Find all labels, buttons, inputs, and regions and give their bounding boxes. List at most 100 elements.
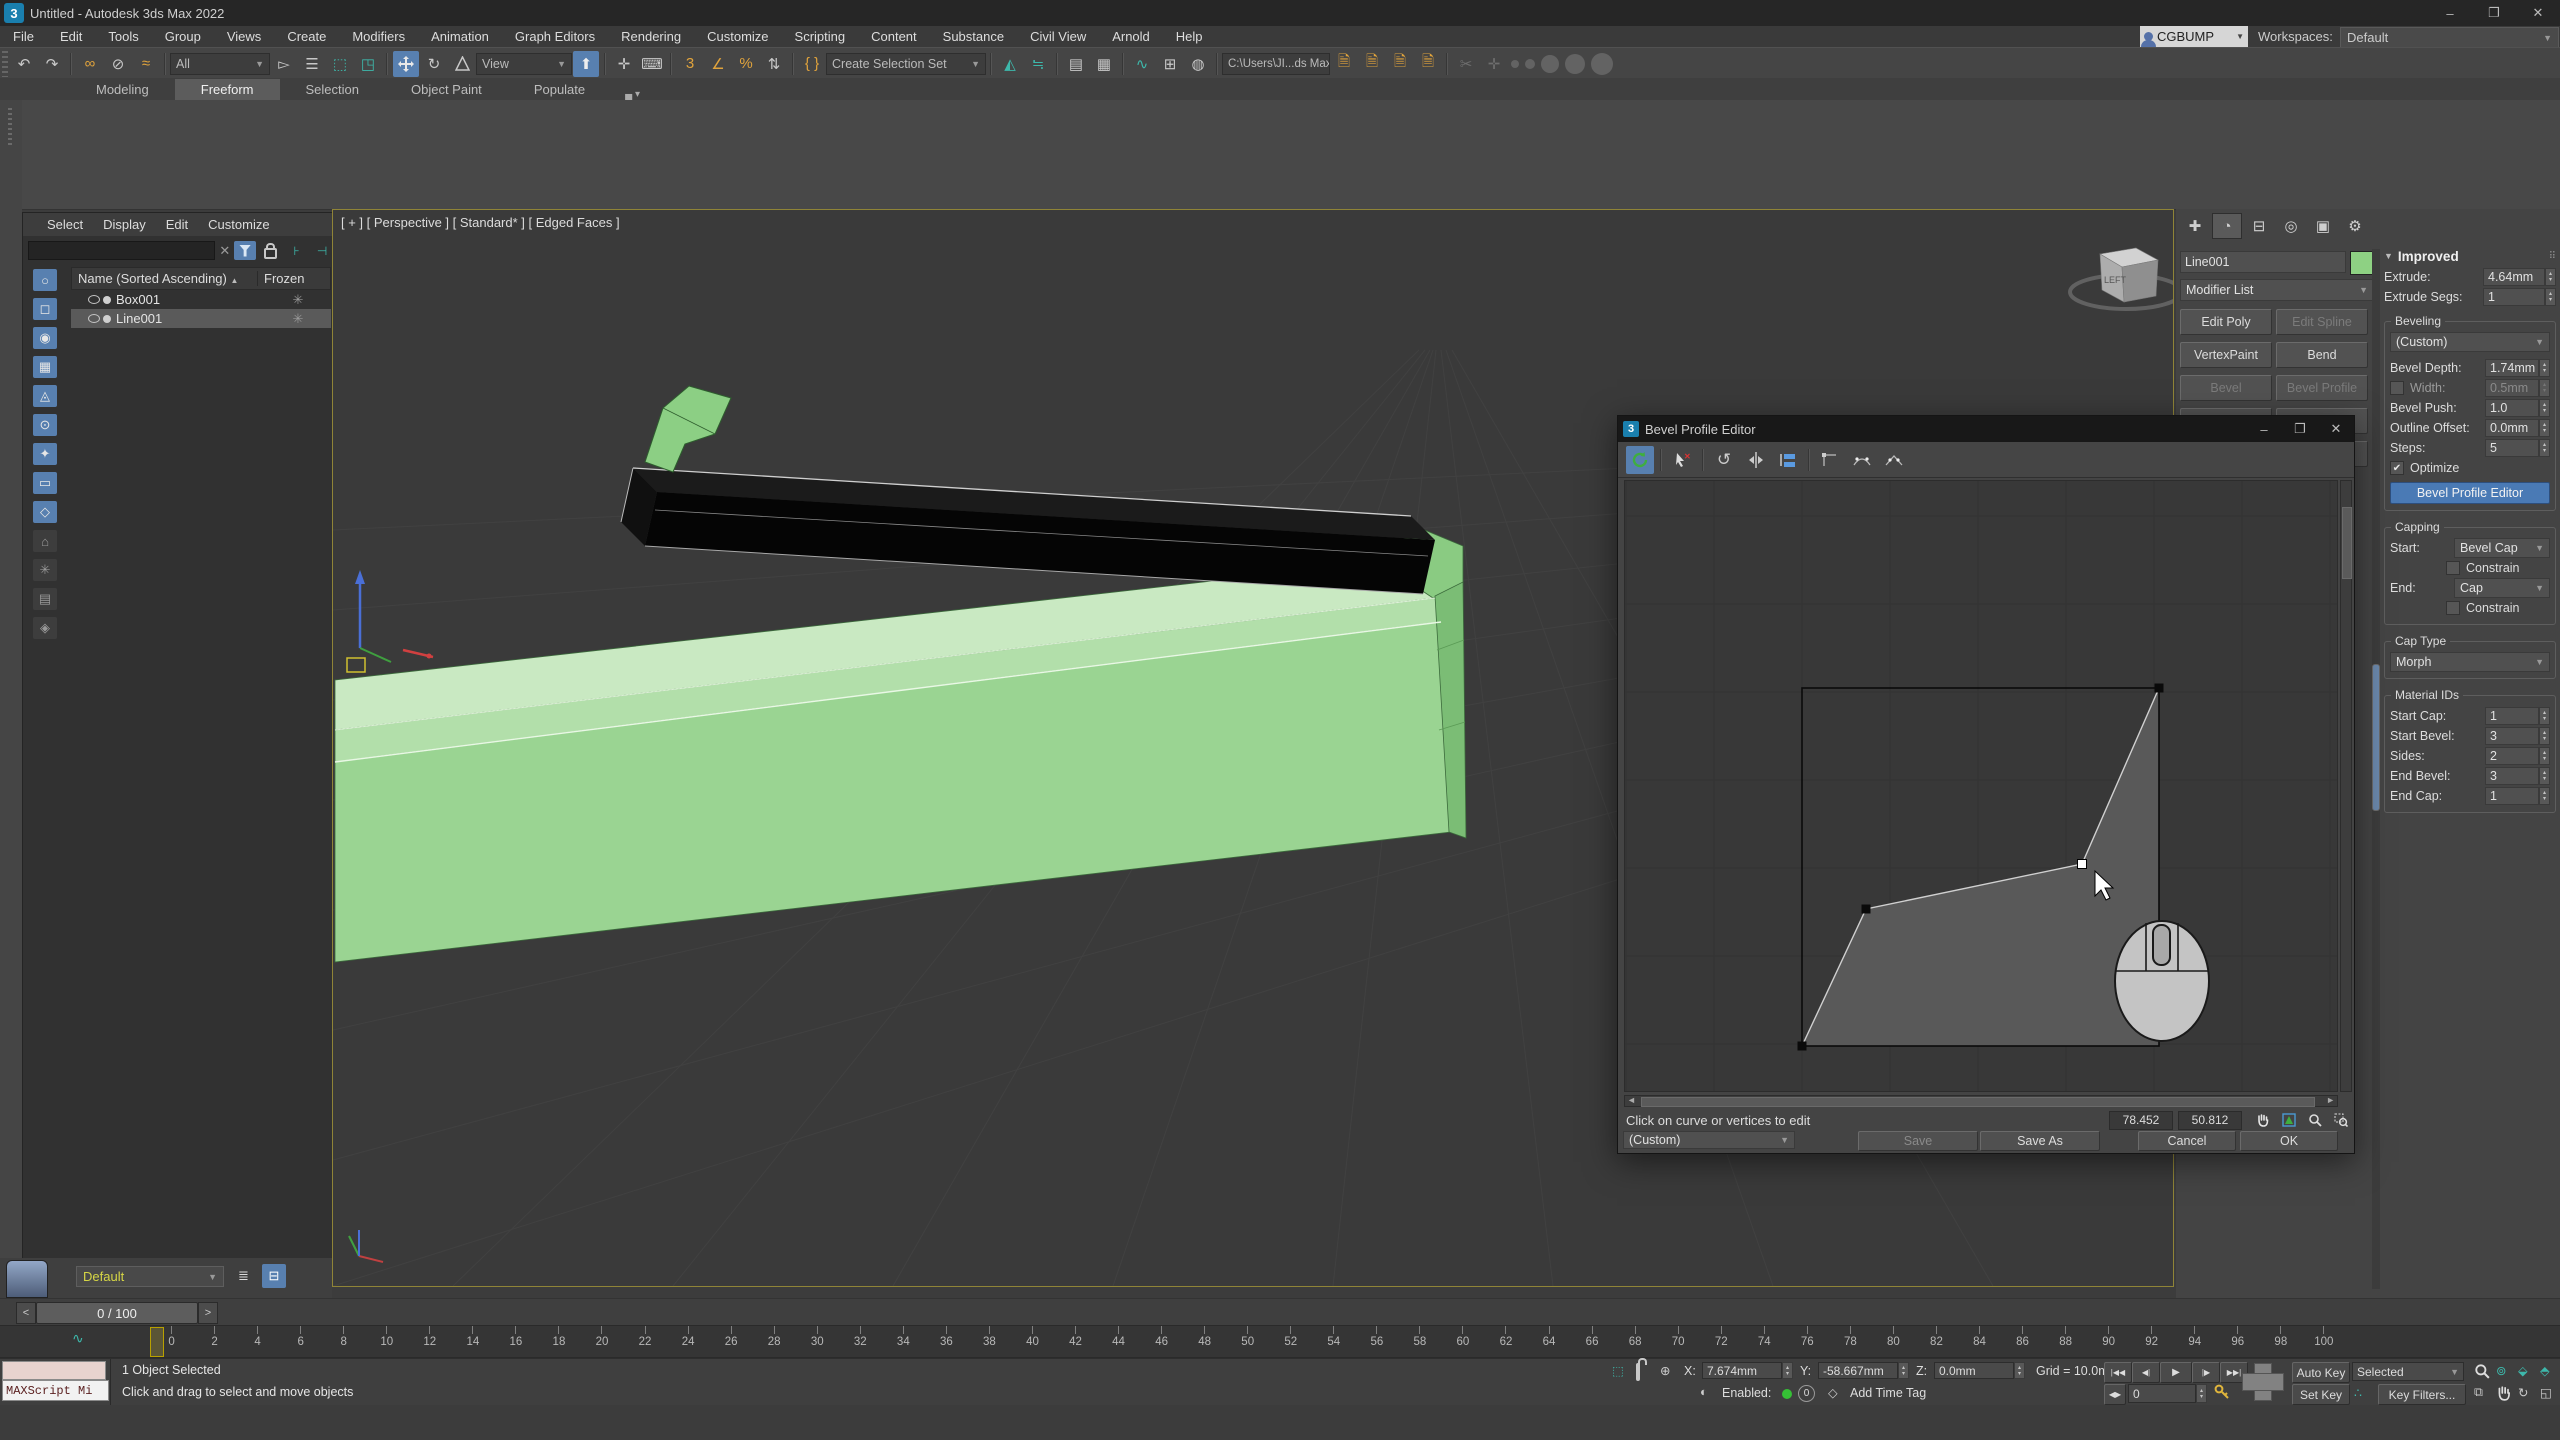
mini-curve-editor-icon[interactable]: ∿ xyxy=(72,1330,84,1347)
steps-field[interactable]: 5 xyxy=(2485,439,2539,457)
counter-badge[interactable]: 0 xyxy=(1798,1385,1815,1402)
selected-vertex-marker[interactable] xyxy=(2078,860,2087,869)
green-profile-cap[interactable] xyxy=(645,386,731,472)
ribbon-minimize-button[interactable]: ▄ ▾ xyxy=(625,89,640,100)
explorer-toggle-icon[interactable]: ⌂ xyxy=(33,530,57,552)
modifier-button[interactable]: VertexPaint xyxy=(2180,342,2272,368)
undo-icon[interactable]: ↺ xyxy=(1710,446,1738,474)
ribbon-tab[interactable]: Selection xyxy=(280,79,385,100)
play-button[interactable]: ▶ xyxy=(2160,1362,2192,1383)
explorer-toggle-icon[interactable]: ✳ xyxy=(33,559,57,581)
frozen-column-header[interactable]: Frozen xyxy=(257,271,330,286)
pan-view-icon[interactable] xyxy=(2496,1385,2512,1404)
current-frame-field[interactable]: 0 xyxy=(2128,1384,2196,1403)
y-coordinate-field[interactable]: -58.667mm xyxy=(1818,1362,1898,1379)
menu-item[interactable]: Views xyxy=(214,26,274,47)
material-id-spinner[interactable]: ▴▾ xyxy=(2539,767,2550,785)
viewport-label[interactable]: [ + ] [ Perspective ] [ Standard* ] [ Ed… xyxy=(341,215,620,230)
menu-item[interactable]: Animation xyxy=(418,26,502,47)
motion-tab-icon[interactable]: ◎ xyxy=(2276,213,2306,239)
modifier-button[interactable]: Bevel Profile xyxy=(2276,375,2368,401)
scene-sphere-icon[interactable]: ◐ xyxy=(1700,1385,1708,1399)
auto-key-button[interactable]: Auto Key xyxy=(2292,1362,2350,1383)
explorer-toggle-icon[interactable]: ⊙ xyxy=(33,414,57,436)
scene-script-3-icon[interactable]: 🗎 xyxy=(1387,51,1413,77)
next-key-button[interactable]: |▶ xyxy=(2192,1362,2220,1383)
lock-explorer-icon[interactable] xyxy=(260,241,282,260)
scene-explorer-search-input[interactable] xyxy=(28,241,215,260)
scroll-right-arrow[interactable]: ► xyxy=(2326,1095,2335,1105)
cancel-button[interactable]: Cancel xyxy=(2138,1131,2236,1151)
y-spinner[interactable]: ▴▾ xyxy=(1898,1362,1909,1379)
outline-offset-field[interactable]: 0.0mm xyxy=(2485,419,2539,437)
restore-button[interactable]: ❐ xyxy=(2472,0,2516,26)
material-id-field[interactable]: 1 xyxy=(2485,707,2539,725)
select-and-scale-icon[interactable] xyxy=(449,51,475,77)
frozen-snowflake-icon[interactable]: ✳ xyxy=(265,292,331,308)
ribbon-tab[interactable]: Modeling xyxy=(70,79,175,100)
material-id-field[interactable]: 3 xyxy=(2485,767,2539,785)
explorer-toggle-icon[interactable]: ◈ xyxy=(33,617,57,639)
add-time-tag-label[interactable]: Add Time Tag xyxy=(1850,1386,1926,1400)
menu-item[interactable]: Tools xyxy=(95,26,151,47)
keyboard-shortcut-override-icon[interactable]: ⌨ xyxy=(639,51,665,77)
time-slider-handle[interactable]: 0 / 100 xyxy=(36,1302,198,1324)
workspaces-dropdown[interactable]: Default▼ xyxy=(2340,27,2559,48)
vertex-marker[interactable] xyxy=(2155,684,2164,693)
ribbon-tab[interactable]: Freeform xyxy=(175,79,280,100)
transform-gizmo[interactable] xyxy=(347,570,433,672)
corner-vertex-icon[interactable] xyxy=(1816,446,1844,474)
modify-tab-icon[interactable]: ◔ xyxy=(2212,213,2242,239)
use-pivot-point-icon[interactable]: ⬆ xyxy=(573,51,599,77)
key-filters-button[interactable]: Key Filters... xyxy=(2378,1384,2466,1405)
black-beam-object[interactable] xyxy=(621,468,1435,594)
rollout-grip-icon[interactable]: ⠿ xyxy=(2549,251,2556,262)
menu-item[interactable]: Edit xyxy=(47,26,95,47)
explorer-toggle-icon[interactable]: ◉ xyxy=(33,327,57,349)
orbit-icon[interactable]: ↻ xyxy=(2518,1385,2528,1400)
select-by-name-icon[interactable]: ☰ xyxy=(299,51,325,77)
set-keys-button[interactable] xyxy=(2240,1361,2284,1401)
beveling-preset-dropdown[interactable]: (Custom)▼ xyxy=(2390,332,2550,352)
curve-editor-icon[interactable]: ∿ xyxy=(1129,51,1155,77)
go-to-start-button[interactable]: |◀◀ xyxy=(2104,1362,2132,1383)
next-frame-button[interactable]: > xyxy=(198,1302,218,1324)
layer-explorer-icon[interactable]: ▦ xyxy=(1091,51,1117,77)
undo-icon[interactable]: ↶ xyxy=(11,51,37,77)
modifier-button[interactable]: Edit Spline xyxy=(2276,309,2368,335)
menu-item[interactable]: Scripting xyxy=(782,26,859,47)
selection-set-dropdown[interactable]: Selected▼ xyxy=(2352,1362,2464,1381)
capping-start-dropdown[interactable]: Bevel Cap▼ xyxy=(2454,538,2550,558)
modifier-button[interactable]: Bevel xyxy=(2180,375,2272,401)
frozen-snowflake-icon[interactable]: ✳ xyxy=(265,311,331,327)
mirror-icon[interactable]: ◭ xyxy=(997,51,1023,77)
z-spinner[interactable]: ▴▾ xyxy=(2014,1362,2025,1379)
material-id-spinner[interactable]: ▴▾ xyxy=(2539,707,2550,725)
profile-preset-dropdown[interactable]: (Custom)▼ xyxy=(1623,1131,1795,1149)
scene-object-row[interactable]: Box001 ✳ xyxy=(71,290,331,309)
bezier-corner-icon[interactable] xyxy=(1880,446,1908,474)
track-bar[interactable]: ∿ 02468101214161820222426283032343638404… xyxy=(0,1325,2560,1358)
cap-type-dropdown[interactable]: Morph▼ xyxy=(2390,652,2550,672)
time-tag-cube-icon[interactable]: ◇ xyxy=(1828,1385,1838,1400)
set-key-button[interactable]: Set Key xyxy=(2292,1384,2350,1405)
visibility-eye-icon[interactable] xyxy=(88,295,100,304)
x-coordinate-field[interactable]: 7.674mm xyxy=(1702,1362,1782,1379)
menu-item[interactable]: Group xyxy=(152,26,214,47)
visibility-eye-icon[interactable] xyxy=(88,314,100,323)
previous-frame-button[interactable]: < xyxy=(16,1302,36,1324)
bevel-depth-field[interactable]: 1.74mm xyxy=(2485,359,2539,377)
extrude-segs-spinner[interactable]: ▴▾ xyxy=(2545,288,2556,306)
frame-spinner[interactable]: ▴▾ xyxy=(2196,1384,2207,1403)
dialog-horizontal-scrollbar[interactable]: ◄ ► xyxy=(1624,1095,2338,1107)
menu-item[interactable]: Help xyxy=(1163,26,1216,47)
clear-search-icon[interactable]: ✕ xyxy=(219,243,230,259)
material-id-field[interactable]: 2 xyxy=(2485,747,2539,765)
explorer-toggle-icon[interactable]: ✦ xyxy=(33,443,57,465)
vertex-marker[interactable] xyxy=(1862,905,1871,914)
isolate-selection-icon[interactable]: ⬚ xyxy=(1612,1363,1624,1378)
explorer-toggle-icon[interactable]: ▭ xyxy=(33,472,57,494)
menu-item[interactable]: Substance xyxy=(930,26,1017,47)
scene-explorer-toggle-icon[interactable]: ▤ xyxy=(1063,51,1089,77)
render-setup-icon[interactable] xyxy=(1541,55,1559,73)
